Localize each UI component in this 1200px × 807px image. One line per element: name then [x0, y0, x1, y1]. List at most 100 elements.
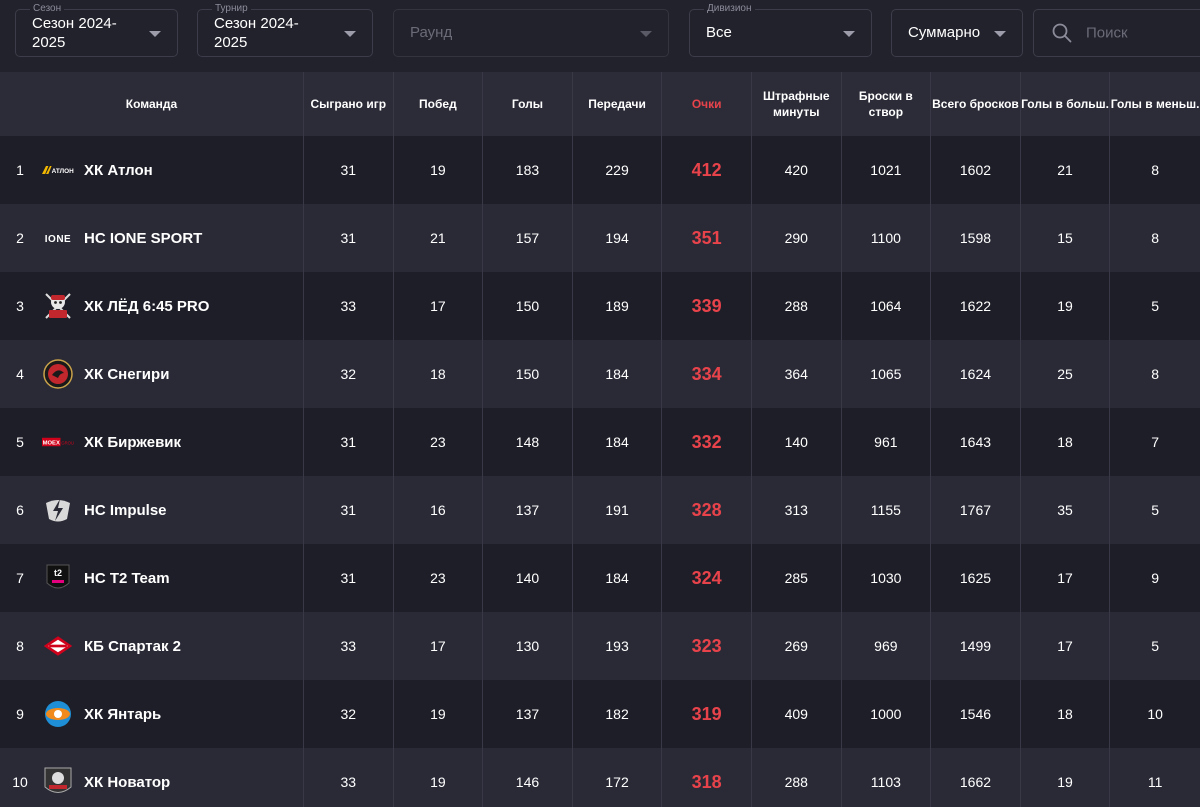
- team-cell[interactable]: 8 КБ Спартак 2: [0, 612, 304, 680]
- team-cell[interactable]: 4 ХК Снегири: [0, 340, 304, 408]
- search-input[interactable]: Поиск: [1033, 9, 1200, 57]
- season-select-value: Сезон 2024- 2025: [32, 15, 117, 51]
- team-name[interactable]: НС Impulse: [84, 502, 167, 519]
- ppg-cell: 21: [1021, 136, 1111, 204]
- shg-cell: 8: [1151, 366, 1160, 382]
- shg-cell: 8: [1151, 230, 1160, 246]
- wins-cell: 21: [394, 204, 484, 272]
- table-row[interactable]: 10 ХК Новатор 33 19 146 172 318 288 1103 1662 19…: [0, 748, 1200, 807]
- team-cell[interactable]: 1 АТЛОН ХК Атлон: [0, 136, 304, 204]
- goals-cell: 157: [483, 204, 573, 272]
- ppg-cell: 19: [1021, 748, 1111, 807]
- search-placeholder: Поиск: [1086, 24, 1128, 42]
- table-row[interactable]: 3 ХК ЛЁД 6:45 PRO 33 17 150 189 339 288 1064 16…: [0, 272, 1200, 340]
- spartak-logo: [42, 630, 74, 662]
- pim-cell: 364: [752, 340, 842, 408]
- column-header-team[interactable]: Команда: [0, 72, 304, 136]
- yantar-logo: [42, 698, 74, 730]
- round-select[interactable]: Раунд: [393, 9, 669, 57]
- team-cell[interactable]: 10 ХК Новатор: [0, 748, 304, 807]
- team-name[interactable]: НС Т2 Team: [84, 570, 170, 587]
- ppg-cell: 18: [1021, 680, 1111, 748]
- tournament-select-value: Сезон 2024- 2025: [214, 15, 299, 51]
- assists-cell: 193: [573, 612, 663, 680]
- table-row[interactable]: 5 MOEXGROUP ХК Биржевик 3123148184332140…: [0, 408, 1200, 476]
- column-header-assists[interactable]: Передачи: [573, 72, 663, 136]
- column-header-points[interactable]: Очки: [662, 72, 752, 136]
- goals-cell: 183: [483, 136, 573, 204]
- team-name[interactable]: ХК Биржевик: [84, 434, 181, 451]
- chevron-down-icon: [344, 31, 356, 37]
- shots-cell: 1602: [931, 136, 1021, 204]
- team-cell[interactable]: 6 НС Impulse: [0, 476, 304, 544]
- wins-cell: 19: [394, 680, 484, 748]
- goals-cell: 148: [483, 408, 573, 476]
- pim-cell: 269: [752, 612, 842, 680]
- table-row[interactable]: 7 t2 НС Т2 Team 31 23 140 184 324 285 1030 1625…: [0, 544, 1200, 612]
- table-row[interactable]: 1 АТЛОН ХК Атлон 31 19 183 229 412 420 1021 160…: [0, 136, 1200, 204]
- shg-cell: 10: [1147, 706, 1163, 722]
- tournament-select[interactable]: Турнир Сезон 2024- 2025: [197, 3, 373, 57]
- team-name[interactable]: ХК Снегири: [84, 366, 169, 383]
- goals-cell: 137: [483, 680, 573, 748]
- round-select-placeholder: Раунд: [410, 24, 453, 41]
- goals-cell: 140: [483, 544, 573, 612]
- column-header-sog[interactable]: Броски в створ: [842, 72, 932, 136]
- mode-select-value: Суммарно: [908, 24, 981, 41]
- pim-cell: 140: [752, 408, 842, 476]
- column-header-shg[interactable]: Голы в меньш.: [1110, 72, 1200, 136]
- column-header-games[interactable]: Сыграно игр: [304, 72, 394, 136]
- atlon-logo: АТЛОН: [42, 154, 74, 186]
- team-name[interactable]: ХК Янтарь: [84, 706, 161, 723]
- goals-cell: 150: [483, 272, 573, 340]
- shots-cell: 1622: [931, 272, 1021, 340]
- team-cell[interactable]: 3 ХК ЛЁД 6:45 PRO: [0, 272, 304, 340]
- column-header-pim[interactable]: Штрафные минуты: [752, 72, 842, 136]
- season-select[interactable]: Сезон Сезон 2024- 2025: [15, 3, 178, 57]
- team-name[interactable]: КБ Спартак 2: [84, 638, 181, 655]
- points-cell: 351: [662, 204, 752, 272]
- table-row[interactable]: 9 ХК Янтарь 32 19 137 182 319 409 1000 1546 18 10: [0, 680, 1200, 748]
- wins-cell: 17: [394, 272, 484, 340]
- ppg-cell: 17: [1021, 544, 1111, 612]
- team-cell[interactable]: 7 t2 НС Т2 Team: [0, 544, 304, 612]
- team-cell[interactable]: 2 IONE НС IONE SPORT: [0, 204, 304, 272]
- games-cell: 31: [304, 408, 394, 476]
- team-name[interactable]: ХК Атлон: [84, 162, 153, 179]
- column-header-ppg[interactable]: Голы в больш.: [1021, 72, 1111, 136]
- table-row[interactable]: 6 НС Impulse 31 16 137 191 328 313 1155 1767 35 5: [0, 476, 1200, 544]
- team-name[interactable]: ХК Новатор: [84, 774, 170, 791]
- points-cell: 412: [662, 136, 752, 204]
- table-header: Команда Сыграно игр Побед Голы Передачи …: [0, 72, 1200, 136]
- shg-cell: 8: [1151, 162, 1160, 178]
- wins-cell: 17: [394, 612, 484, 680]
- table-row[interactable]: 8 КБ Спартак 2 33 17 130 193 323 269 969 1499 17…: [0, 612, 1200, 680]
- team-cell[interactable]: 5 MOEXGROUP ХК Биржевик: [0, 408, 304, 476]
- column-header-goals[interactable]: Голы: [483, 72, 573, 136]
- sog-cell: 1021: [842, 136, 932, 204]
- sog-cell: 1065: [842, 340, 932, 408]
- team-name[interactable]: ХК ЛЁД 6:45 PRO: [84, 298, 209, 315]
- table-row[interactable]: 4 ХК Снегири 32 18 150 184 334 364 1065 1624 25 8: [0, 340, 1200, 408]
- column-header-shots[interactable]: Всего бросков: [931, 72, 1021, 136]
- ppg-cell: 25: [1021, 340, 1111, 408]
- shots-cell: 1624: [931, 340, 1021, 408]
- mode-select[interactable]: Суммарно: [891, 9, 1023, 57]
- ppg-cell: 15: [1021, 204, 1111, 272]
- team-cell[interactable]: 9 ХК Янтарь: [0, 680, 304, 748]
- shots-cell: 1625: [931, 544, 1021, 612]
- team-name[interactable]: НС IONE SPORT: [84, 230, 202, 247]
- chevron-down-icon: [994, 31, 1006, 37]
- svg-text:АТЛОН: АТЛОН: [52, 168, 74, 175]
- assists-cell: 191: [573, 476, 663, 544]
- table-row[interactable]: 2 IONE НС IONE SPORT 31 21 157 194 351 290 110…: [0, 204, 1200, 272]
- chevron-down-icon: [640, 31, 652, 37]
- pim-cell: 288: [752, 272, 842, 340]
- wins-cell: 19: [394, 748, 484, 807]
- division-select[interactable]: Дивизион Все: [689, 3, 872, 57]
- games-cell: 32: [304, 680, 394, 748]
- pim-cell: 288: [752, 748, 842, 807]
- shg-cell: 5: [1151, 638, 1160, 654]
- wins-cell: 23: [394, 544, 484, 612]
- column-header-wins[interactable]: Побед: [394, 72, 484, 136]
